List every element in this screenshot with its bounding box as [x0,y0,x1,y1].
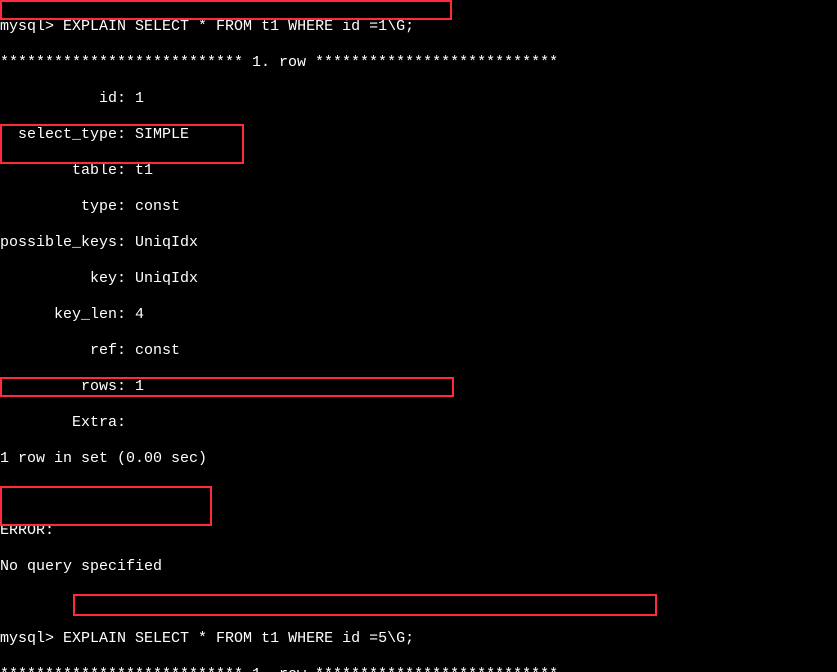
explain-row: rows: 1 [0,378,837,396]
explain-row: possible_keys: UniqIdx [0,234,837,252]
explain-row: id: 1 [0,90,837,108]
explain-row: key_len: 4 [0,306,837,324]
command-2: EXPLAIN SELECT * FROM t1 WHERE id =5\G [63,630,405,647]
command-1: EXPLAIN SELECT * FROM t1 WHERE id =1\G [63,18,405,35]
prompt-line-2[interactable]: mysql> EXPLAIN SELECT * FROM t1 WHERE id… [0,630,837,648]
explain-row: ref: const [0,342,837,360]
blank-line [0,486,837,504]
explain-row: select_type: SIMPLE [0,126,837,144]
prompt: mysql> [0,18,54,35]
semicolon: ; [405,630,414,647]
terminal-output: mysql> EXPLAIN SELECT * FROM t1 WHERE id… [0,0,837,672]
explain-row: key: UniqIdx [0,270,837,288]
highlight-annotation [0,0,452,20]
error-label-1: ERROR: [0,522,837,540]
row-separator-2: *************************** 1. row *****… [0,666,837,672]
error-text-1: No query specified [0,558,837,576]
row-separator-1: *************************** 1. row *****… [0,54,837,72]
semicolon: ; [405,18,414,35]
blank-line [0,594,837,612]
explain-row: Extra: [0,414,837,432]
prompt: mysql> [0,630,54,647]
result-footer-1: 1 row in set (0.00 sec) [0,450,837,468]
explain-row: type: const [0,198,837,216]
explain-row: table: t1 [0,162,837,180]
prompt-line-1[interactable]: mysql> EXPLAIN SELECT * FROM t1 WHERE id… [0,18,837,36]
